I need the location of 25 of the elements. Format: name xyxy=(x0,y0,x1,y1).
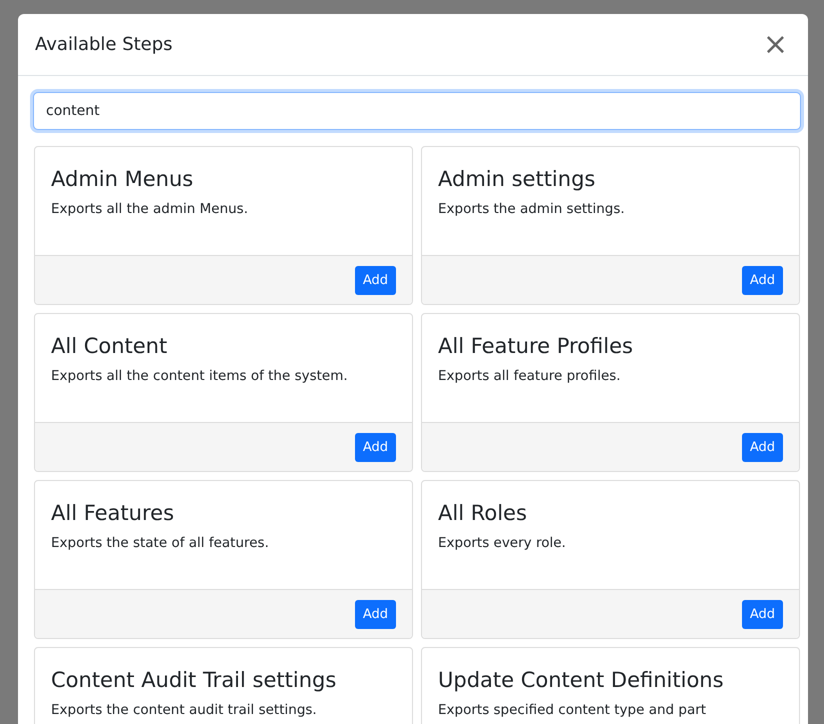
step-title: All Feature Profiles xyxy=(438,333,634,360)
step-description: Exports every role. xyxy=(438,535,567,551)
add-button[interactable]: Add xyxy=(354,266,396,294)
modal-title: Available Steps xyxy=(35,34,173,55)
step-title: Admin settings xyxy=(438,166,596,193)
step-description: Exports the admin settings. xyxy=(438,201,626,217)
step-description: Exports all the content items of the system. xyxy=(51,368,349,384)
step-description: Exports the content audit trail settings. xyxy=(51,702,318,718)
step-title: Content Audit Trail settings xyxy=(51,667,338,694)
step-title: Admin Menus xyxy=(51,166,194,193)
add-button[interactable]: Add xyxy=(742,600,783,628)
add-button[interactable]: Add xyxy=(742,432,783,462)
step-title: All Features xyxy=(51,500,176,527)
step-description: Exports specified content type and part xyxy=(438,702,708,718)
close-button[interactable]: × xyxy=(758,30,792,60)
step-title: Update Content Definitions xyxy=(438,667,725,694)
add-button[interactable]: Add xyxy=(354,600,396,628)
step-title: All Content xyxy=(51,333,168,360)
add-button[interactable]: Add xyxy=(354,432,396,462)
step-description: Exports all the admin Menus. xyxy=(51,201,250,217)
add-button[interactable]: Add xyxy=(742,266,783,294)
step-description: Exports all feature profiles. xyxy=(438,368,622,384)
step-title: All Roles xyxy=(438,500,528,527)
step-description: Exports the state of all features. xyxy=(51,535,270,551)
search-field[interactable]: content xyxy=(33,92,801,130)
